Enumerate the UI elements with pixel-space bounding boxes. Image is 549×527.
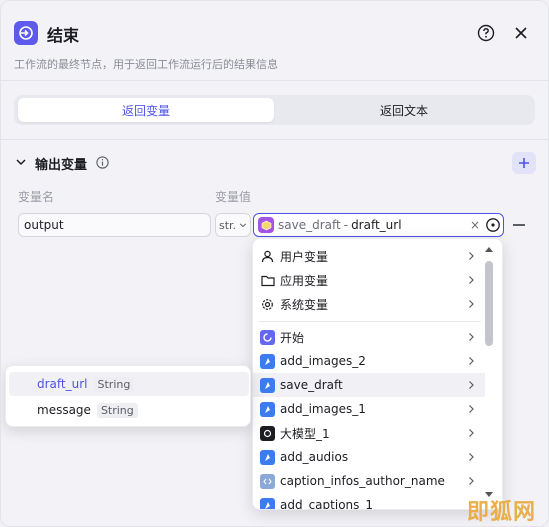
dropdown-item-label: caption_infos_author_name xyxy=(280,474,445,488)
panel-description: 工作流的最终节点，用于返回工作流运行后的结果信息 xyxy=(14,58,278,71)
output-name: draft_url xyxy=(37,377,88,391)
plugin-icon xyxy=(260,401,275,417)
collapse-chevron-icon[interactable] xyxy=(15,156,27,168)
close-icon[interactable] xyxy=(513,25,529,41)
clear-value-button[interactable]: × xyxy=(470,218,480,232)
watermark-logo: 即狐网 xyxy=(467,499,537,525)
scroll-up-arrow[interactable] xyxy=(485,247,493,252)
dropdown-item-label: add_images_1 xyxy=(280,402,366,416)
end-node-icon xyxy=(14,21,38,45)
reference-variable-name: draft_url xyxy=(351,218,402,232)
add-variable-button[interactable] xyxy=(512,152,536,174)
chevron-right-icon xyxy=(469,477,474,485)
dropdown-item-label: add_images_2 xyxy=(280,354,366,368)
dropdown-item-label: 系统变量 xyxy=(280,297,329,312)
dropdown-scrollbar-thumb[interactable] xyxy=(485,261,493,346)
gear-icon xyxy=(260,297,275,312)
chevron-right-icon xyxy=(469,429,474,437)
save-draft-node-icon xyxy=(258,217,274,233)
code-icon xyxy=(260,473,275,489)
type-select[interactable]: str. xyxy=(215,213,251,237)
variable-name-label: 变量名 xyxy=(18,190,55,204)
dropdown-item-label: save_draft xyxy=(280,378,343,392)
node-output-submenu: draft_url String message String xyxy=(5,365,251,427)
llm-icon xyxy=(260,425,275,441)
tab-return-text[interactable]: 返回文本 xyxy=(276,98,532,122)
plugin-icon xyxy=(260,353,275,369)
dropdown-item-label: 大模型_1 xyxy=(280,426,330,441)
plugin-icon xyxy=(260,497,275,509)
dropdown-item-label: 用户变量 xyxy=(280,249,329,264)
dropdown-item-add-captions-1[interactable]: add_captions_1 xyxy=(253,493,485,510)
dropdown-item-add-images-1[interactable]: add_images_1 xyxy=(253,397,485,421)
dropdown-divider xyxy=(259,321,481,322)
output-mode-tabs: 返回变量 返回文本 xyxy=(14,95,535,125)
chevron-right-icon xyxy=(469,276,474,284)
start-node-icon xyxy=(260,329,275,345)
chevron-right-icon xyxy=(469,300,474,308)
folder-icon xyxy=(260,273,275,288)
variable-name-input[interactable]: output xyxy=(18,213,211,237)
plugin-icon xyxy=(260,449,275,465)
end-node-panel: 结束 工作流的最终节点，用于返回工作流运行后的结果信息 返回变量 返回文本 输出… xyxy=(0,0,549,527)
dropdown-item-caption-infos-author-name[interactable]: caption_infos_author_name xyxy=(253,469,485,493)
output-name: message xyxy=(37,403,91,417)
chevron-right-icon xyxy=(469,453,474,461)
dropdown-item-add-images-2[interactable]: add_images_2 xyxy=(253,349,485,373)
help-icon[interactable] xyxy=(477,24,495,42)
dropdown-item-system-variables[interactable]: 系统变量 xyxy=(253,292,485,316)
chevron-right-icon xyxy=(469,405,474,413)
dropdown-item-user-variables[interactable]: 用户变量 xyxy=(253,244,485,268)
plugin-icon xyxy=(260,377,275,393)
panel-title: 结束 xyxy=(47,26,80,45)
chevron-down-icon xyxy=(239,223,247,228)
remove-variable-button[interactable] xyxy=(513,224,525,226)
chevron-right-icon xyxy=(469,357,474,365)
dropdown-item-llm-1[interactable]: 大模型_1 xyxy=(253,421,485,445)
user-icon xyxy=(260,249,275,264)
dropdown-item-label: add_captions_1 xyxy=(280,498,374,510)
variable-dropdown: 用户变量 应用变量 系统变量 开始 add_images_2 save_draf… xyxy=(252,238,503,510)
output-type-badge: String xyxy=(93,376,135,392)
reference-node-name: save_draft xyxy=(278,218,341,232)
dropdown-item-label: add_audios xyxy=(280,450,349,464)
dropdown-item-start-node[interactable]: 开始 xyxy=(253,325,485,349)
submenu-item-draft-url[interactable]: draft_url String xyxy=(9,372,249,396)
submenu-item-message[interactable]: message String xyxy=(9,398,249,422)
section-title: 输出变量 xyxy=(35,158,88,173)
dropdown-item-label: 应用变量 xyxy=(280,273,329,288)
target-icon[interactable] xyxy=(485,217,501,233)
variable-value-label: 变量值 xyxy=(215,190,252,204)
dropdown-item-app-variables[interactable]: 应用变量 xyxy=(253,268,485,292)
variable-value-field[interactable]: save_draft - draft_url × xyxy=(253,213,504,237)
chevron-right-icon xyxy=(469,252,474,260)
chevron-right-icon xyxy=(469,381,474,389)
dropdown-item-save-draft[interactable]: save_draft xyxy=(253,373,485,397)
reference-separator: - xyxy=(343,218,349,232)
dropdown-item-label: 开始 xyxy=(280,330,305,345)
chevron-right-icon xyxy=(469,333,474,341)
output-type-badge: String xyxy=(96,402,138,418)
panel-header: 结束 工作流的最终节点，用于返回工作流运行后的结果信息 xyxy=(1,1,548,81)
info-icon[interactable] xyxy=(96,156,109,169)
tab-return-variables[interactable]: 返回变量 xyxy=(18,98,274,122)
dropdown-item-add-audios[interactable]: add_audios xyxy=(253,445,485,469)
plus-icon xyxy=(519,158,529,168)
type-select-value: str. xyxy=(219,218,237,232)
divider xyxy=(1,139,548,140)
